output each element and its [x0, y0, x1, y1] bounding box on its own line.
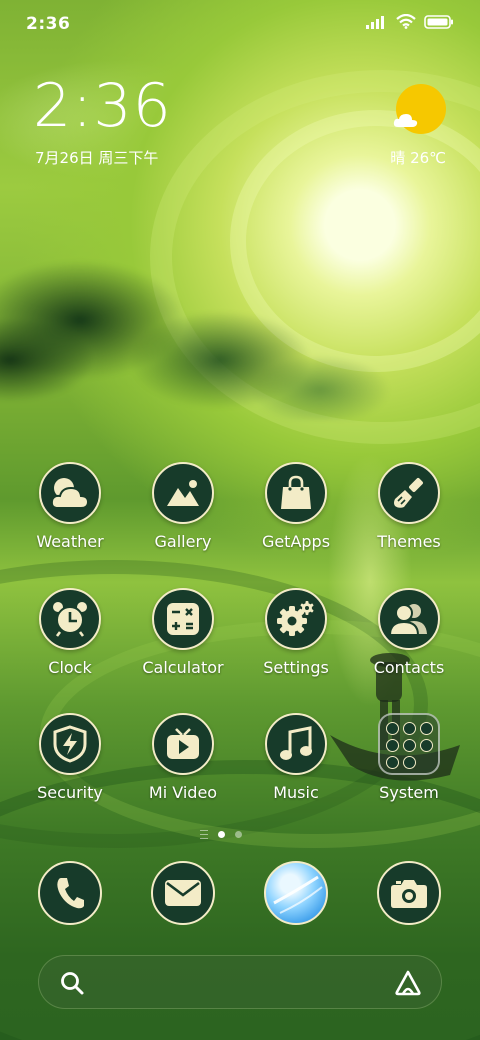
weather-text: 晴 26℃: [390, 149, 446, 167]
app-label: Contacts: [373, 658, 445, 677]
mini-app-icon: [419, 739, 433, 752]
alarm-clock-icon: [39, 588, 101, 650]
browser-icon: [264, 861, 328, 925]
weather-icon: [39, 462, 101, 524]
app-label: System: [379, 783, 439, 802]
mini-app-icon: [402, 756, 416, 769]
page-list-icon: [200, 830, 208, 839]
app-label: Themes: [377, 532, 441, 551]
mini-app-icon: [385, 739, 399, 752]
camera-icon: [377, 861, 441, 925]
wifi-icon: [396, 14, 416, 29]
app-label: Weather: [36, 532, 104, 551]
gallery-icon: [152, 462, 214, 524]
dock-camera[interactable]: [377, 861, 441, 925]
app-label: Security: [37, 783, 103, 802]
mini-app-icon: [402, 739, 416, 752]
shopping-bag-icon: [265, 462, 327, 524]
status-bar: 2:36: [0, 0, 480, 50]
dock-browser[interactable]: [264, 861, 328, 925]
dock-phone[interactable]: [38, 861, 102, 925]
paintbrush-icon: [378, 462, 440, 524]
assistant-icon[interactable]: [393, 970, 423, 996]
search-bar[interactable]: [38, 955, 442, 1009]
app-mi-video[interactable]: Mi Video: [127, 713, 239, 802]
status-time: 2:36: [26, 14, 71, 34]
app-label: GetApps: [261, 532, 331, 551]
status-icons: [366, 14, 454, 29]
app-gallery[interactable]: Gallery: [127, 462, 239, 551]
app-label: Music: [273, 783, 319, 802]
app-getapps[interactable]: GetApps: [240, 462, 352, 551]
mini-app-icon: [419, 722, 433, 735]
clock-widget-date[interactable]: 7月26日 周三下午: [35, 147, 158, 168]
app-settings[interactable]: Settings: [240, 588, 352, 677]
app-label: Clock: [48, 658, 92, 677]
app-label: Settings: [263, 658, 329, 677]
app-security[interactable]: Security: [14, 713, 126, 802]
phone-icon: [38, 861, 102, 925]
app-music[interactable]: Music: [240, 713, 352, 802]
app-contacts[interactable]: Contacts: [353, 588, 465, 677]
sun-cloud-icon: [393, 84, 446, 136]
contacts-icon: [378, 588, 440, 650]
tv-play-icon: [152, 713, 214, 775]
envelope-icon: [151, 861, 215, 925]
calculator-icon: [152, 588, 214, 650]
app-label: Gallery: [154, 532, 212, 551]
battery-icon: [424, 14, 453, 29]
app-label: Calculator: [142, 658, 224, 677]
search-icon[interactable]: [59, 970, 85, 996]
app-weather[interactable]: Weather: [14, 462, 126, 551]
music-note-icon: [265, 713, 327, 775]
clock-widget-time[interactable]: 2:36: [33, 76, 172, 136]
mini-app-icon: [402, 722, 416, 735]
page-dot: [235, 831, 242, 838]
page-dot-active: [218, 831, 225, 838]
signal-icon: [366, 15, 384, 29]
dock-messages[interactable]: [151, 861, 215, 925]
weather-widget[interactable]: 晴 26℃: [356, 84, 446, 174]
app-calculator[interactable]: Calculator: [127, 588, 239, 677]
mini-app-icon: [385, 722, 399, 735]
app-clock[interactable]: Clock: [14, 588, 126, 677]
page-indicator[interactable]: [200, 830, 242, 839]
app-folder-system[interactable]: System: [353, 713, 465, 802]
folder-icon: [378, 713, 440, 775]
app-themes[interactable]: Themes: [353, 462, 465, 551]
app-label: Mi Video: [148, 783, 218, 802]
gear-icon: [265, 588, 327, 650]
mini-app-icon: [385, 756, 399, 769]
shield-bolt-icon: [39, 713, 101, 775]
